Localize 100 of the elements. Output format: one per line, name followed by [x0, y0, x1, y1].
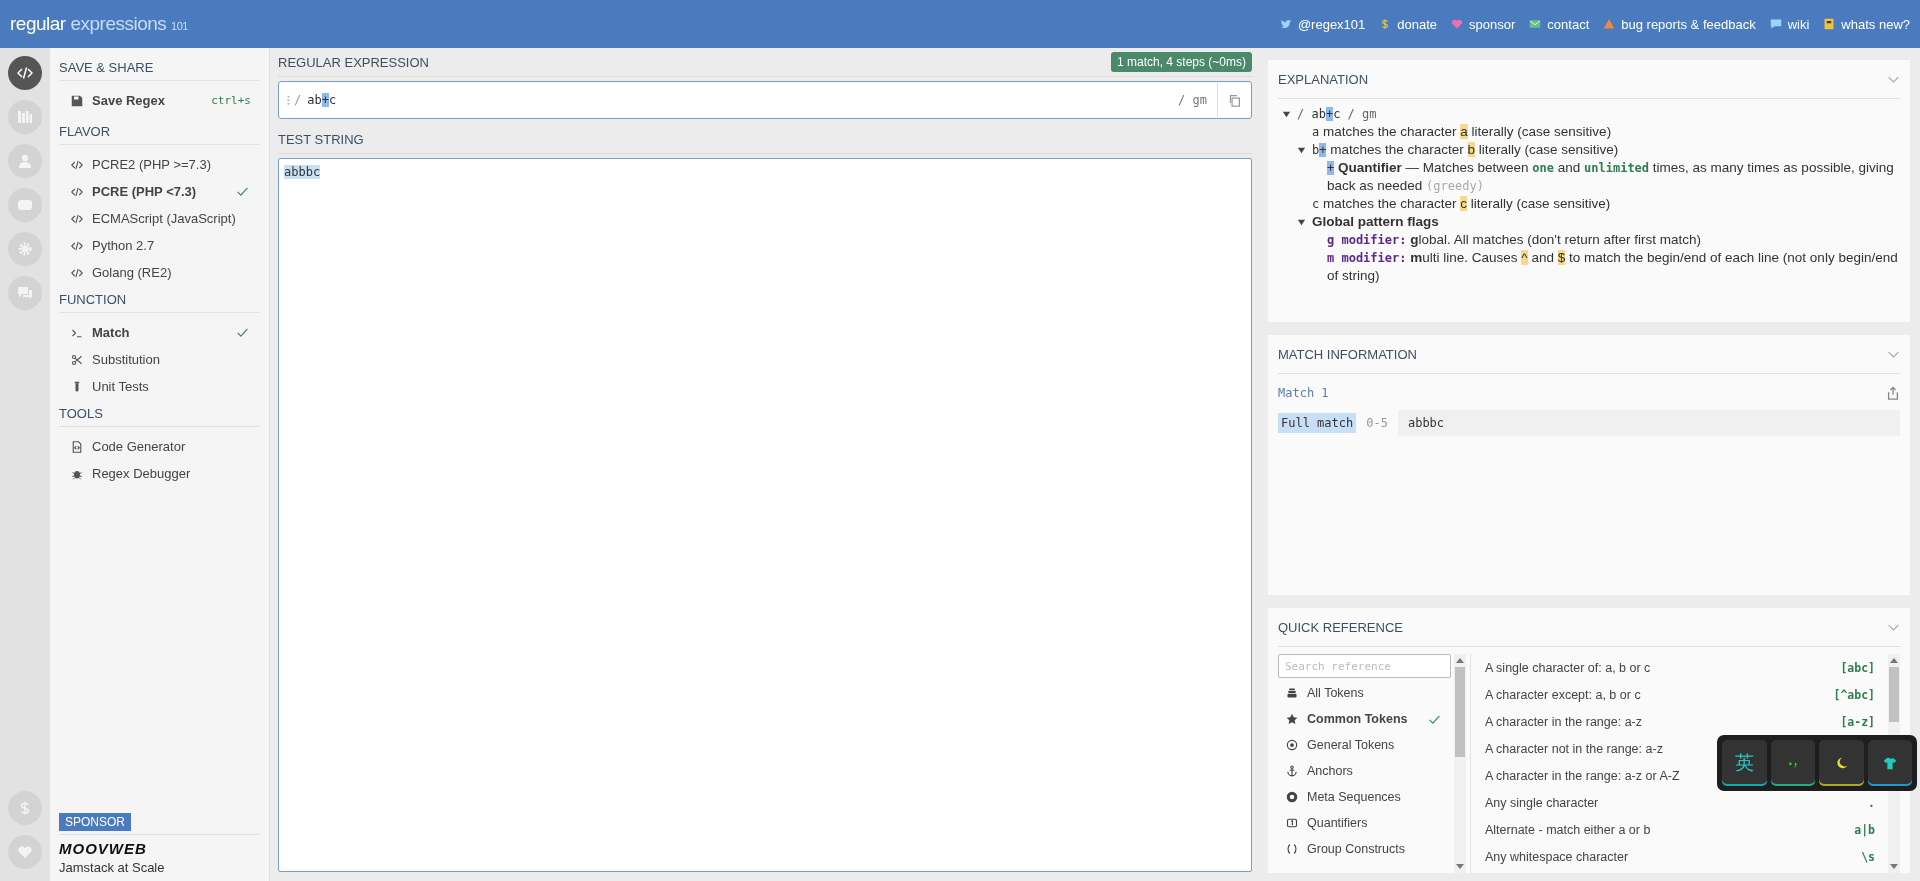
category-item[interactable]: Anchors [1278, 758, 1451, 784]
header-link[interactable]: whats new? [1823, 16, 1910, 32]
regex-flags[interactable]: / gm [1178, 93, 1217, 107]
item-label: Group Constructs [1307, 842, 1405, 856]
item-label: Unit Tests [92, 379, 149, 394]
item-label: Quantifiers [1307, 816, 1368, 830]
toolbar-key[interactable] [1867, 740, 1912, 786]
reference-description: Any whitespace character [1485, 849, 1629, 864]
copy-button[interactable] [1217, 83, 1251, 117]
section-title: REGULAR EXPRESSION [278, 54, 429, 70]
match-label: Full match [1278, 413, 1357, 433]
scrollbar[interactable] [1454, 654, 1466, 873]
regex-input-field[interactable]: / ab+c / gm [278, 81, 1252, 119]
comment-icon [1769, 18, 1782, 30]
header-link[interactable]: @regex101 [1279, 16, 1366, 32]
anchor-icon [1286, 765, 1298, 777]
gear-icon [17, 241, 33, 257]
chat-icon [17, 285, 33, 301]
category-item[interactable]: General Tokens [1278, 732, 1451, 758]
category-item[interactable]: All Tokens [1278, 680, 1451, 706]
library-icon [17, 109, 33, 125]
quant-icon [1286, 817, 1298, 829]
category-item[interactable]: Meta Sequences [1278, 784, 1451, 810]
parens-icon [1286, 843, 1298, 855]
explanation-line: m modifier: multi line. Causes ^ and $ to match the begin/end of each line (not only begin/end of string) [1327, 249, 1899, 285]
shortcut-label: ctrl+s [211, 94, 252, 107]
stack-icon [1286, 687, 1298, 699]
toolbar-key[interactable]: 英 [1722, 740, 1767, 786]
scrollbar-thumb[interactable] [1455, 667, 1465, 757]
reference-token: [^abc] [1833, 687, 1875, 702]
header-link[interactable]: contact [1529, 16, 1590, 32]
header-link[interactable]: wiki [1769, 16, 1810, 32]
sponsor-tagline: Jamstack at Scale [59, 860, 166, 875]
toolbar-key[interactable] [1819, 740, 1864, 786]
envelope-icon [1529, 18, 1542, 30]
test-string-field[interactable]: abbbc [278, 158, 1252, 872]
header-link[interactable]: donate [1379, 16, 1438, 32]
scrollbar-thumb[interactable] [1889, 667, 1899, 722]
panel-title: MATCH INFORMATION [1278, 346, 1417, 362]
category-item[interactable]: Quantifiers [1278, 810, 1451, 836]
item-label: All Tokens [1307, 686, 1364, 700]
tool-item[interactable]: Code Generator [59, 433, 259, 460]
panel-title: EXPLANATION [1278, 71, 1369, 87]
reference-description: A single character of: a, b or c [1485, 660, 1651, 675]
item-label: ECMAScript (JavaScript) [92, 211, 236, 226]
function-item[interactable]: Match [59, 319, 259, 346]
explanation-line: c matches the character c literally (case sensitive) [1312, 195, 1611, 213]
sponsor-logo[interactable]: MOOVWEB [59, 840, 259, 857]
reference-description: Any single character [1485, 795, 1599, 810]
flavor-item[interactable]: Golang (RE2) [59, 259, 259, 286]
flavor-item[interactable]: ECMAScript (JavaScript) [59, 205, 259, 232]
match-value: abbbc [1397, 410, 1900, 436]
target-icon [1286, 739, 1298, 751]
drag-handle-icon[interactable] [287, 95, 290, 105]
item-label: Match [92, 325, 130, 340]
item-label: General Tokens [1307, 738, 1395, 752]
bird-icon [1279, 18, 1292, 30]
logo[interactable]: regular expressions 101 [10, 13, 188, 35]
item-label: Substitution [92, 352, 160, 367]
toggle-triangle-icon[interactable] [1297, 146, 1306, 155]
moon-icon [1834, 756, 1849, 770]
header-link[interactable]: bug reports & feedback [1603, 16, 1756, 32]
reference-description: Alternate - match either a or b [1485, 822, 1651, 837]
explanation-line: g modifier: global. All matches (don't return after first match) [1327, 231, 1701, 249]
lifebuoy-icon [1286, 791, 1298, 803]
function-item[interactable]: Substitution [59, 346, 259, 373]
star-icon [1286, 713, 1298, 725]
code-icon [71, 266, 83, 279]
rail-button[interactable] [8, 56, 42, 90]
copy-icon [1228, 93, 1241, 107]
item-label: Python 2.7 [92, 238, 155, 253]
save-regex-item[interactable]: Save Regex ctrl+s [59, 87, 259, 114]
highlighted-match: abbbc [284, 165, 321, 179]
scroll-down-icon[interactable] [1890, 864, 1898, 869]
filecode-icon [71, 440, 83, 453]
user-icon [17, 153, 33, 169]
item-label: Common Tokens [1307, 712, 1408, 726]
code-icon [17, 65, 33, 81]
scroll-down-icon[interactable] [1456, 864, 1464, 869]
flavor-item[interactable]: PCRE2 (PHP >=7.3) [59, 151, 259, 178]
toggle-triangle-icon[interactable] [1282, 110, 1291, 119]
section-title: TOOLS [59, 400, 259, 427]
toolbar-key[interactable] [1770, 740, 1815, 786]
share-icon[interactable] [1886, 386, 1900, 400]
category-item[interactable]: Group Constructs [1278, 836, 1451, 862]
category-item[interactable]: Common Tokens [1278, 706, 1451, 732]
flavor-item[interactable]: Python 2.7 [59, 232, 259, 259]
header-link[interactable]: sponsor [1451, 16, 1516, 32]
flavor-item[interactable]: PCRE (PHP <7.3) [59, 178, 259, 205]
function-item[interactable]: Unit Tests [59, 373, 259, 400]
reference-description: A character in the range: a-z [1485, 714, 1643, 729]
tool-item[interactable]: Regex Debugger [59, 460, 259, 487]
search-field[interactable]: Search reference [1278, 654, 1451, 678]
code-icon [71, 239, 83, 252]
item-label: Save Regex [92, 93, 165, 108]
toggle-triangle-icon[interactable] [1297, 218, 1306, 227]
reference-token: [a-z] [1840, 714, 1875, 729]
match-status-badge: 1 match, 4 steps (~0ms) [1110, 52, 1252, 72]
sponsor-badge: SPONSOR [59, 813, 131, 831]
code-icon [71, 158, 83, 171]
